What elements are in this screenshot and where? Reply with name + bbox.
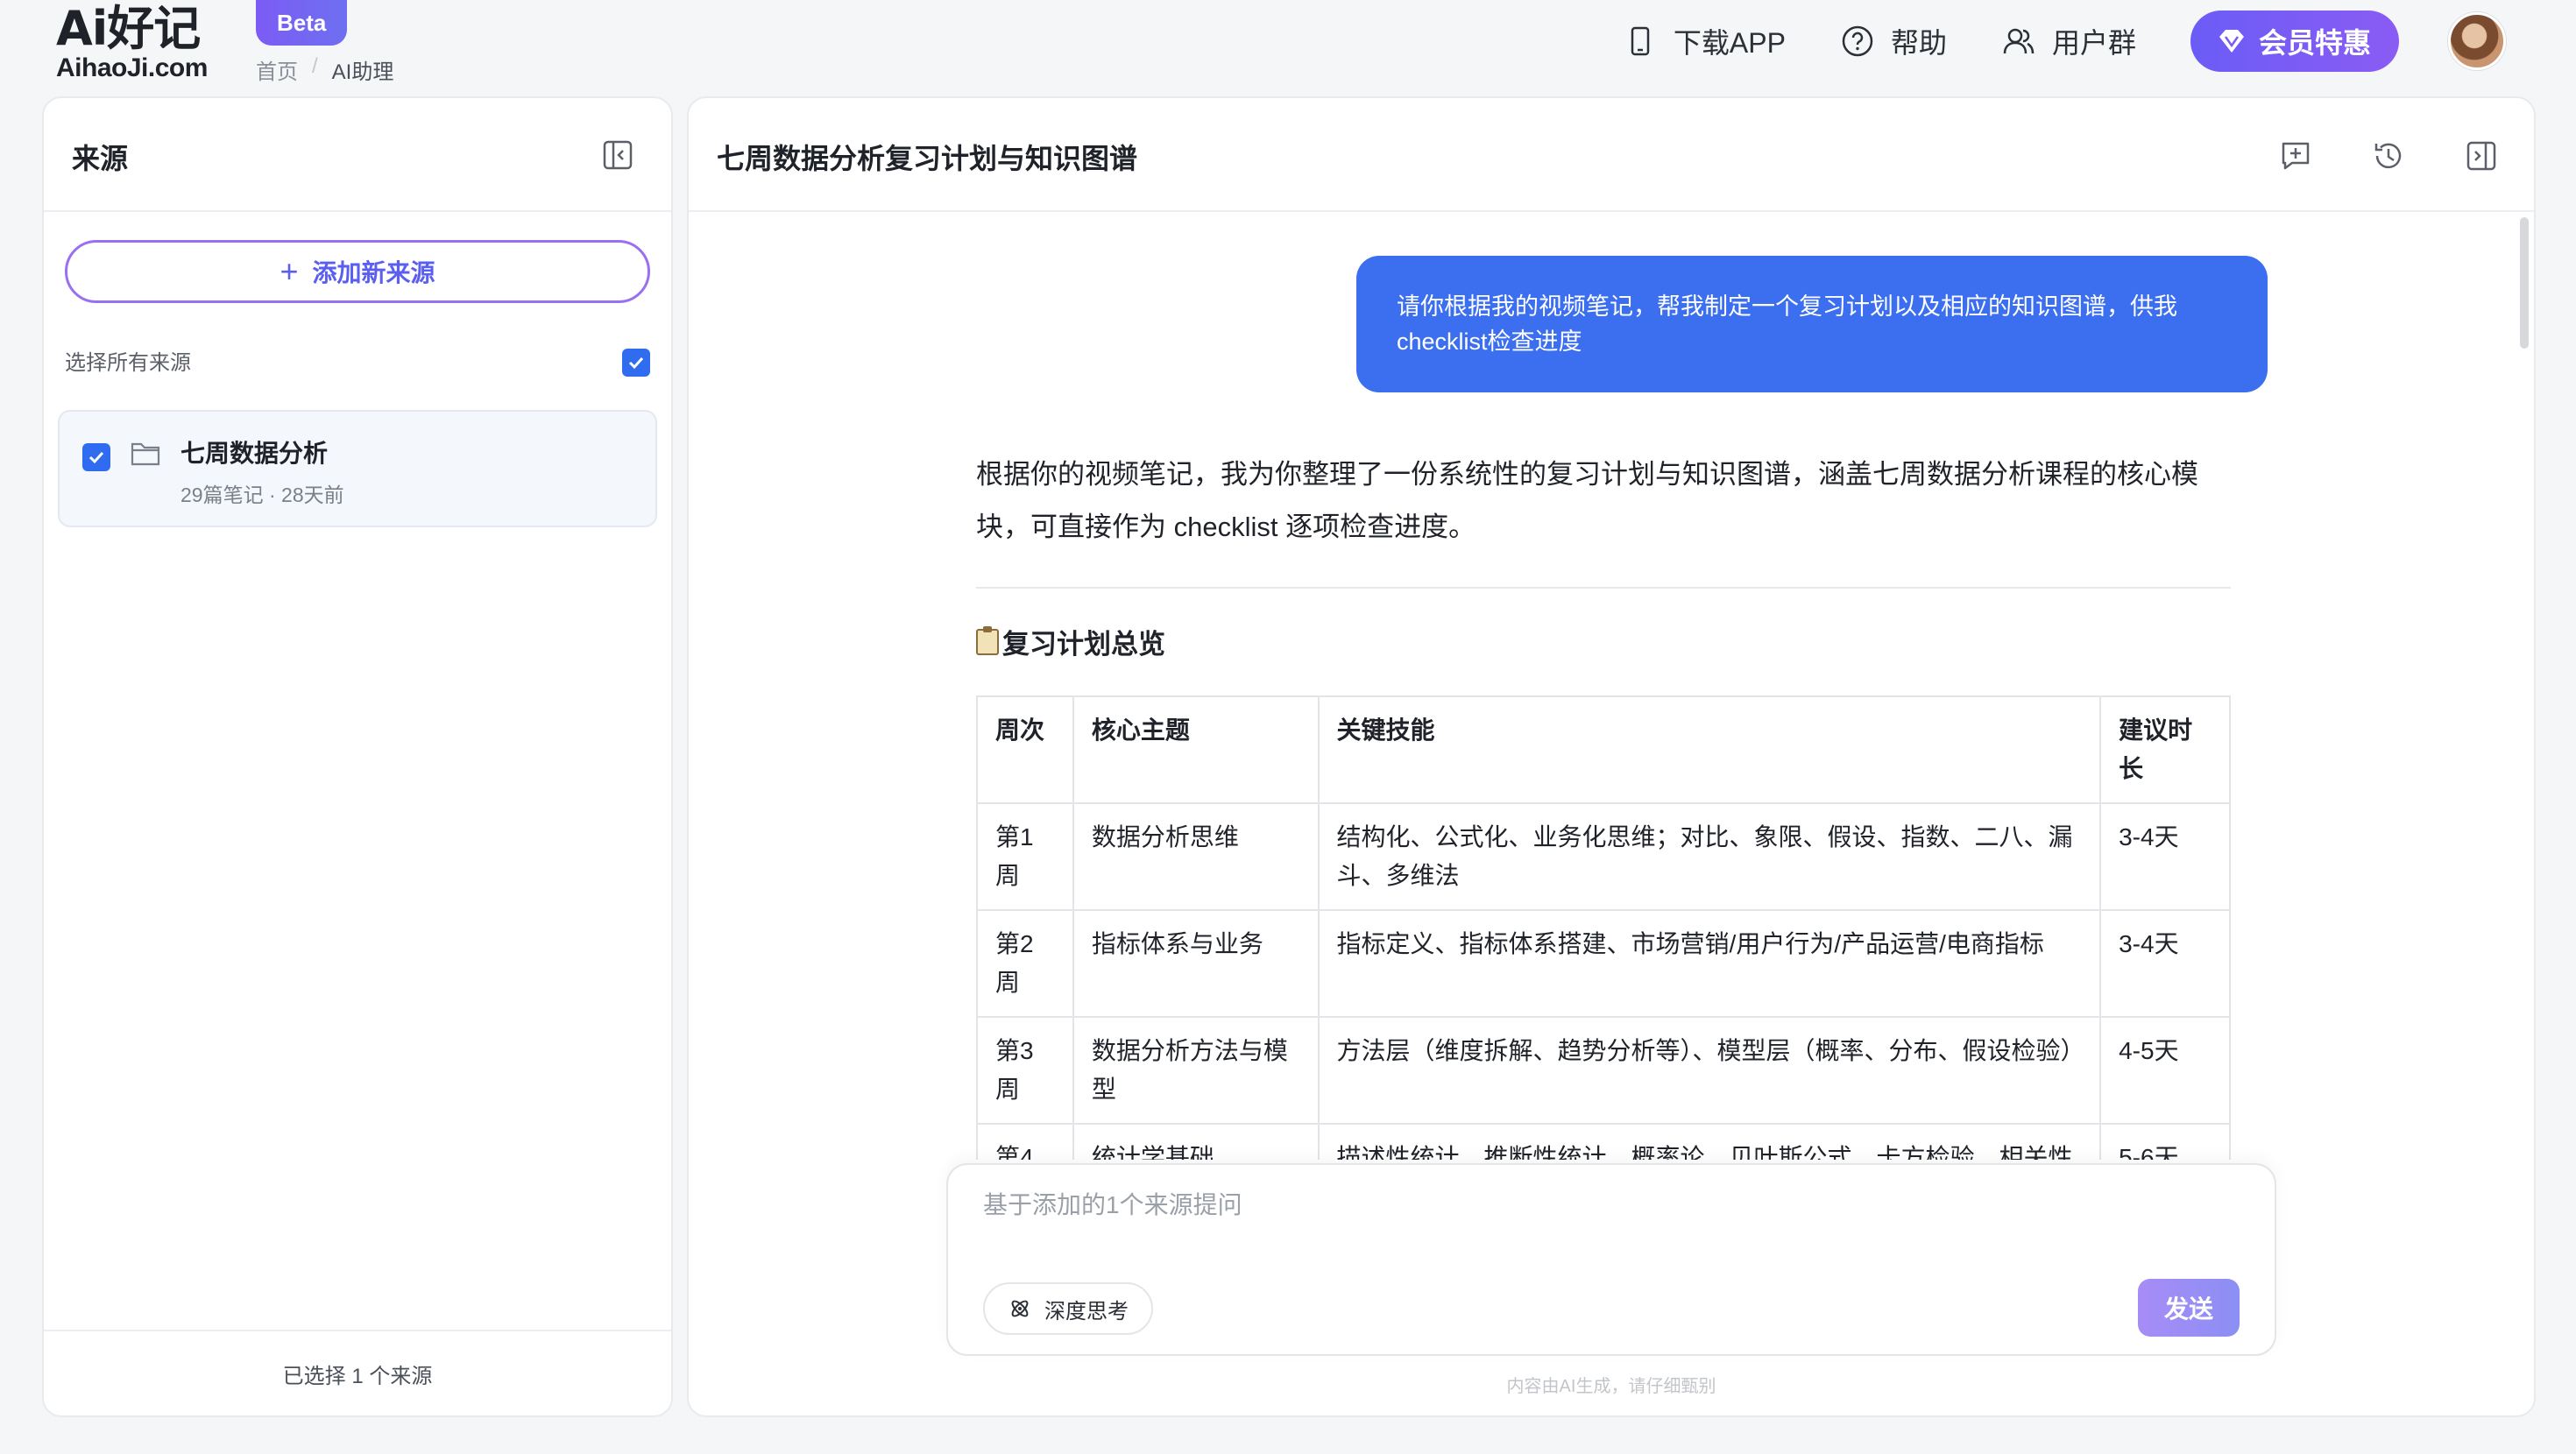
chat-panel: 七周数据分析复习计划与知识图谱 请你根据我的视频笔记，帮我制定一个复习计划以及相… bbox=[687, 96, 2536, 1417]
section-heading: 复习计划总览 bbox=[976, 622, 1165, 661]
table-cell: 5-6天 bbox=[2099, 1123, 2231, 1160]
top-header: Ai好记 AihaoJi.com Beta 首页 / AI助理 下载APP 帮助… bbox=[0, 0, 2576, 96]
phone-icon bbox=[1631, 26, 1650, 56]
table-row: 第4周 统计学基础 描述性统计、推断性统计、概率论、贝叶斯公式、卡方检验、相关性… bbox=[976, 1123, 2231, 1160]
sources-panel-header: 来源 bbox=[44, 98, 671, 212]
plus-icon: + bbox=[280, 253, 299, 289]
table-cell: 3-4天 bbox=[2099, 909, 2231, 1018]
new-chat-icon[interactable] bbox=[2278, 138, 2313, 173]
logo-main-text: Ai好记 bbox=[56, 1, 201, 56]
source-name: 七周数据分析 bbox=[180, 440, 329, 467]
atom-icon bbox=[1011, 1300, 1029, 1317]
download-app-link[interactable]: 下载APP bbox=[1623, 21, 1786, 61]
table-cell: 第1周 bbox=[976, 802, 1074, 911]
table-cell: 数据分析思维 bbox=[1072, 802, 1320, 911]
chat-input-placeholder[interactable]: 基于添加的1个来源提问 bbox=[983, 1186, 1242, 1221]
table-header-row: 周次 核心主题 关键技能 建议时长 bbox=[976, 695, 2231, 804]
clipboard-icon bbox=[976, 625, 999, 655]
source-item[interactable]: 七周数据分析 29篇笔记 · 28天前 bbox=[58, 410, 657, 527]
history-icon[interactable] bbox=[2371, 138, 2406, 173]
table-cell: 第2周 bbox=[976, 909, 1074, 1018]
user-group-label: 用户群 bbox=[2051, 27, 2136, 59]
deep-think-toggle[interactable]: 深度思考 bbox=[983, 1282, 1153, 1335]
vip-offer-button[interactable]: 会员特惠 bbox=[2190, 11, 2399, 72]
table-header-cell: 关键技能 bbox=[1317, 695, 2102, 804]
avatar[interactable] bbox=[2448, 12, 2506, 70]
select-all-checkbox[interactable] bbox=[622, 349, 650, 377]
send-button[interactable]: 发送 bbox=[2138, 1279, 2240, 1337]
folder-icon bbox=[131, 442, 160, 466]
select-all-label: 选择所有来源 bbox=[65, 351, 191, 375]
beta-badge: Beta bbox=[256, 0, 348, 46]
vip-offer-label: 会员特惠 bbox=[2258, 27, 2371, 59]
table-cell: 结构化、公式化、业务化思维；对比、象限、假设、指数、二八、漏斗、多维法 bbox=[1317, 802, 2102, 911]
add-source-label: 添加新来源 bbox=[312, 259, 435, 286]
table-row: 第2周 指标体系与业务 指标定义、指标体系搭建、市场营销/用户行为/产品运营/电… bbox=[976, 909, 2231, 1018]
table-cell: 方法层（维度拆解、趋势分析等）、模型层（概率、分布、假设检验） bbox=[1317, 1016, 2102, 1125]
breadcrumb: 首页 / AI助理 bbox=[256, 54, 393, 85]
source-checkbox[interactable] bbox=[82, 443, 110, 471]
selected-count: 已选择 1 个来源 bbox=[44, 1330, 671, 1415]
table-cell: 数据分析方法与模型 bbox=[1072, 1016, 1320, 1125]
table-cell: 指标定义、指标体系搭建、市场营销/用户行为/产品运营/电商指标 bbox=[1317, 909, 2102, 1018]
sources-panel: 来源 + 添加新来源 选择所有来源 七周数据分析 29篇笔记 · 28天前 已选… bbox=[42, 96, 673, 1417]
table-row: 第1周 数据分析思维 结构化、公式化、业务化思维；对比、象限、假设、指数、二八、… bbox=[976, 802, 2231, 911]
expand-panel-icon[interactable] bbox=[2464, 138, 2499, 173]
table-cell: 指标体系与业务 bbox=[1072, 909, 1320, 1018]
table-cell: 第3周 bbox=[976, 1016, 1074, 1125]
diamond-icon bbox=[2219, 30, 2244, 53]
chat-header: 七周数据分析复习计划与知识图谱 bbox=[689, 98, 2534, 212]
table-header-cell: 核心主题 bbox=[1072, 695, 1320, 804]
breadcrumb-home[interactable]: 首页 bbox=[256, 54, 298, 85]
add-source-button[interactable]: + 添加新来源 bbox=[65, 240, 650, 303]
check-icon bbox=[88, 451, 104, 464]
table-cell: 4-5天 bbox=[2099, 1016, 2231, 1125]
help-label: 帮助 bbox=[1890, 27, 1947, 59]
chat-header-actions bbox=[2278, 138, 2499, 173]
ai-answer-intro: 根据你的视频笔记，我为你整理了一份系统性的复习计划与知识图谱，涵盖七周数据分析课… bbox=[976, 459, 2198, 542]
users-icon bbox=[2003, 28, 2035, 54]
review-plan-table: 周次 核心主题 关键技能 建议时长 第1周 数据分析思维 结构化、公式化、业务化… bbox=[976, 695, 2231, 1160]
breadcrumb-current: AI助理 bbox=[331, 60, 394, 84]
user-group-link[interactable]: 用户群 bbox=[2001, 21, 2136, 61]
table-cell: 统计学基础 bbox=[1072, 1123, 1320, 1160]
help-icon bbox=[1842, 25, 1873, 57]
collapse-panel-icon[interactable] bbox=[601, 138, 634, 172]
deep-think-label: 深度思考 bbox=[1044, 1299, 1129, 1323]
help-link[interactable]: 帮助 bbox=[1840, 21, 1947, 61]
top-nav: 下载APP 帮助 用户群 会员特惠 bbox=[1623, 11, 2506, 72]
table-cell: 第4周 bbox=[976, 1123, 1074, 1160]
user-message-bubble: 请你根据我的视频笔记，帮我制定一个复习计划以及相应的知识图谱，供我checkli… bbox=[1356, 256, 2268, 392]
download-app-label: 下载APP bbox=[1673, 27, 1786, 59]
breadcrumb-separator: / bbox=[312, 54, 318, 78]
check-icon bbox=[628, 356, 644, 370]
chat-title: 七周数据分析复习计划与知识图谱 bbox=[717, 143, 1138, 174]
table-row: 第3周 数据分析方法与模型 方法层（维度拆解、趋势分析等）、模型层（概率、分布、… bbox=[976, 1016, 2231, 1125]
logo[interactable]: Ai好记 AihaoJi.com bbox=[56, 4, 231, 82]
section-heading-text: 复习计划总览 bbox=[1002, 629, 1165, 660]
table-cell: 描述性统计、推断性统计、概率论、贝叶斯公式、卡方检验、相关性 bbox=[1317, 1123, 2102, 1160]
source-meta: 29篇笔记 · 28天前 bbox=[180, 483, 344, 506]
table-header-cell: 建议时长 bbox=[2099, 695, 2231, 804]
chat-scrollbar[interactable] bbox=[2520, 217, 2529, 349]
chat-input-box[interactable]: 基于添加的1个来源提问 深度思考 发送 bbox=[946, 1163, 2276, 1356]
table-cell: 3-4天 bbox=[2099, 802, 2231, 911]
ai-disclaimer: 内容由AI生成，请仔细甄别 bbox=[1506, 1377, 1716, 1396]
table-header-cell: 周次 bbox=[976, 695, 1074, 804]
divider bbox=[976, 587, 2231, 589]
sources-title: 来源 bbox=[72, 143, 129, 174]
logo-sub-text: AihaoJi.com bbox=[56, 53, 208, 82]
